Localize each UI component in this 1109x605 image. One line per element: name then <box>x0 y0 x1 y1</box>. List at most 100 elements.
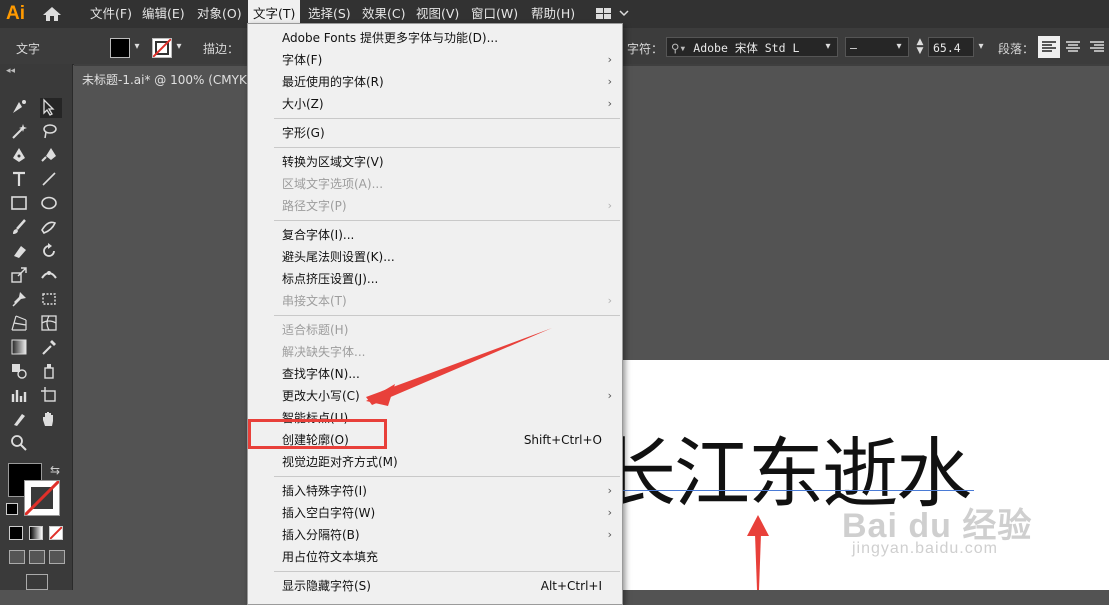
eyedropper-tool-icon[interactable] <box>40 338 62 358</box>
shaper-tool-icon[interactable] <box>40 218 62 238</box>
stroke-color-box[interactable] <box>24 480 60 516</box>
default-colors-icon[interactable] <box>6 503 18 515</box>
line-tool-icon[interactable] <box>40 170 62 190</box>
font-size-field[interactable]: 65.4 p <box>928 37 974 75</box>
menu-item-insert-break[interactable]: 插入分隔符(B) › <box>248 524 622 546</box>
menu-item-font[interactable]: 字体(F) › <box>248 49 622 71</box>
menu-item-change-case[interactable]: 更改大小写(C) › <box>248 385 622 407</box>
draw-normal-icon[interactable] <box>9 550 25 564</box>
menu-item-recent-fonts[interactable]: 最近使用的字体(R) › <box>248 71 622 93</box>
text-baseline <box>620 490 974 491</box>
home-icon[interactable] <box>42 6 62 22</box>
collapse-icon[interactable]: ◂◂ <box>6 66 15 76</box>
symbol-sprayer-tool-icon[interactable] <box>40 362 62 382</box>
direct-selection-tool-icon[interactable] <box>40 98 62 118</box>
stroke-color-swatch[interactable] <box>152 38 172 58</box>
draw-behind-icon[interactable] <box>29 550 45 564</box>
scale-tool-icon[interactable] <box>10 266 32 286</box>
chevron-right-icon: › <box>607 53 612 66</box>
ellipse-tool-icon[interactable] <box>40 194 62 214</box>
stroke-label: 描边： <box>203 42 240 56</box>
chevron-right-icon: › <box>607 294 612 307</box>
hand-tool-icon[interactable] <box>40 410 62 430</box>
menu-file[interactable]: 文件(F) <box>85 0 137 28</box>
chevron-right-icon: › <box>607 97 612 110</box>
menu-item-adobe-fonts[interactable]: Adobe Fonts 提供更多字体与功能(D)... <box>248 27 622 49</box>
menu-separator <box>274 571 620 572</box>
mesh-tool-icon[interactable] <box>40 314 62 334</box>
chevron-right-icon: › <box>607 199 612 212</box>
chevron-down-icon[interactable]: ▾ <box>822 38 834 56</box>
chevron-right-icon: › <box>607 484 612 497</box>
chevron-right-icon: › <box>607 389 612 402</box>
menu-item-convert-area-type[interactable]: 转换为区域文字(V) <box>248 151 622 173</box>
font-family-field[interactable]: ⚲▾ Adobe 宋体 Std L <box>666 37 838 57</box>
workspace-layout-icon[interactable] <box>596 7 630 24</box>
free-transform-tool-icon[interactable] <box>40 290 62 310</box>
gradient-mode-icon[interactable] <box>29 526 43 540</box>
eraser-tool-icon[interactable] <box>10 242 32 262</box>
menu-item-composite-fonts[interactable]: 复合字体(I)... <box>248 224 622 246</box>
align-center-button[interactable] <box>1062 36 1084 58</box>
swap-colors-icon[interactable]: ⇆ <box>50 463 60 477</box>
menu-item-type-on-path: 路径文字(P) › <box>248 195 622 217</box>
rotate-tool-icon[interactable] <box>40 242 62 262</box>
color-mode-icon[interactable] <box>9 526 23 540</box>
menu-item-fill-placeholder[interactable]: 用占位符文本填充 <box>248 546 622 568</box>
magic-wand-tool-icon[interactable] <box>10 122 32 142</box>
screen-mode-icon[interactable] <box>26 574 48 590</box>
chevron-right-icon: › <box>607 506 612 519</box>
draw-inside-icon[interactable] <box>49 550 65 564</box>
chevron-right-icon: › <box>607 75 612 88</box>
fill-color-swatch[interactable] <box>110 38 130 58</box>
size-stepper[interactable]: ▲ ▼ <box>914 38 926 56</box>
character-label[interactable]: 字符： <box>627 40 663 57</box>
menu-item-resolve-missing-fonts: 解决缺失字体... <box>282 345 366 359</box>
menu-item-find-font[interactable]: 查找字体(N)... <box>248 363 622 385</box>
artboard-tool-icon[interactable] <box>40 386 62 406</box>
menu-item-size[interactable]: 大小(Z) › <box>248 93 622 115</box>
menu-item-glyphs[interactable]: 字形(G) <box>248 122 622 144</box>
paragraph-label[interactable]: 段落： <box>998 40 1034 57</box>
perspective-grid-tool-icon[interactable] <box>10 314 32 334</box>
pen-tool-icon[interactable] <box>10 146 32 166</box>
menu-edit[interactable]: 编辑(E) <box>137 0 190 28</box>
align-left-button[interactable] <box>1038 36 1060 58</box>
search-icon: ⚲▾ <box>671 41 694 55</box>
chevron-down-icon[interactable]: ▾ <box>131 38 143 56</box>
pen-add-tool-icon[interactable] <box>40 146 62 166</box>
paintbrush-tool-icon[interactable] <box>10 218 32 238</box>
menu-item-insert-special-character[interactable]: 插入特殊字符(I) › <box>248 480 622 502</box>
puppet-warp-tool-icon[interactable] <box>10 290 32 310</box>
blend-tool-icon[interactable] <box>10 362 32 382</box>
menu-item-show-hidden-characters[interactable]: 显示隐藏字符(S) Alt+Ctrl+I <box>248 575 622 597</box>
zoom-tool-icon[interactable] <box>10 434 32 454</box>
canvas-area <box>620 66 1109 94</box>
lasso-tool-icon[interactable] <box>40 122 62 142</box>
menu-separator <box>274 147 620 148</box>
align-right-button[interactable] <box>1086 36 1108 58</box>
menu-object[interactable]: 对象(O) <box>192 0 247 28</box>
menu-separator <box>274 315 620 316</box>
annotation-highlight-box <box>248 419 387 449</box>
rectangle-tool-icon[interactable] <box>10 194 32 214</box>
menu-item-optical-margin-alignment[interactable]: 视觉边距对齐方式(M) <box>248 451 622 473</box>
slice-tool-icon[interactable] <box>10 410 32 430</box>
menu-item-area-type-options: 区域文字选项(A)... <box>282 177 384 191</box>
chevron-down-icon[interactable]: ▾ <box>893 38 905 56</box>
menu-item-mojikumi-settings[interactable]: 标点挤压设置(J)... <box>248 268 622 290</box>
chevron-down-icon[interactable]: ▾ <box>173 38 185 56</box>
gradient-tool-icon[interactable] <box>10 338 32 358</box>
column-graph-tool-icon[interactable] <box>10 386 32 406</box>
none-mode-icon[interactable] <box>49 526 63 540</box>
tool-label: 文字 <box>16 42 41 56</box>
document-tab[interactable]: 未标题-1.ai* @ 100% (CMYK <box>74 66 250 94</box>
menu-item-kinsoku-settings[interactable]: 避头尾法则设置(K)... <box>248 246 622 268</box>
menu-separator <box>274 118 620 119</box>
width-tool-icon[interactable] <box>40 266 62 286</box>
type-menu-dropdown: Adobe Fonts 提供更多字体与功能(D)... 字体(F) › 最近使用的… <box>247 23 623 605</box>
type-tool-icon[interactable] <box>10 170 32 190</box>
chevron-down-icon[interactable]: ▾ <box>975 38 987 56</box>
curvature-tool-icon[interactable] <box>10 98 32 118</box>
menu-item-insert-whitespace[interactable]: 插入空白字符(W) › <box>248 502 622 524</box>
